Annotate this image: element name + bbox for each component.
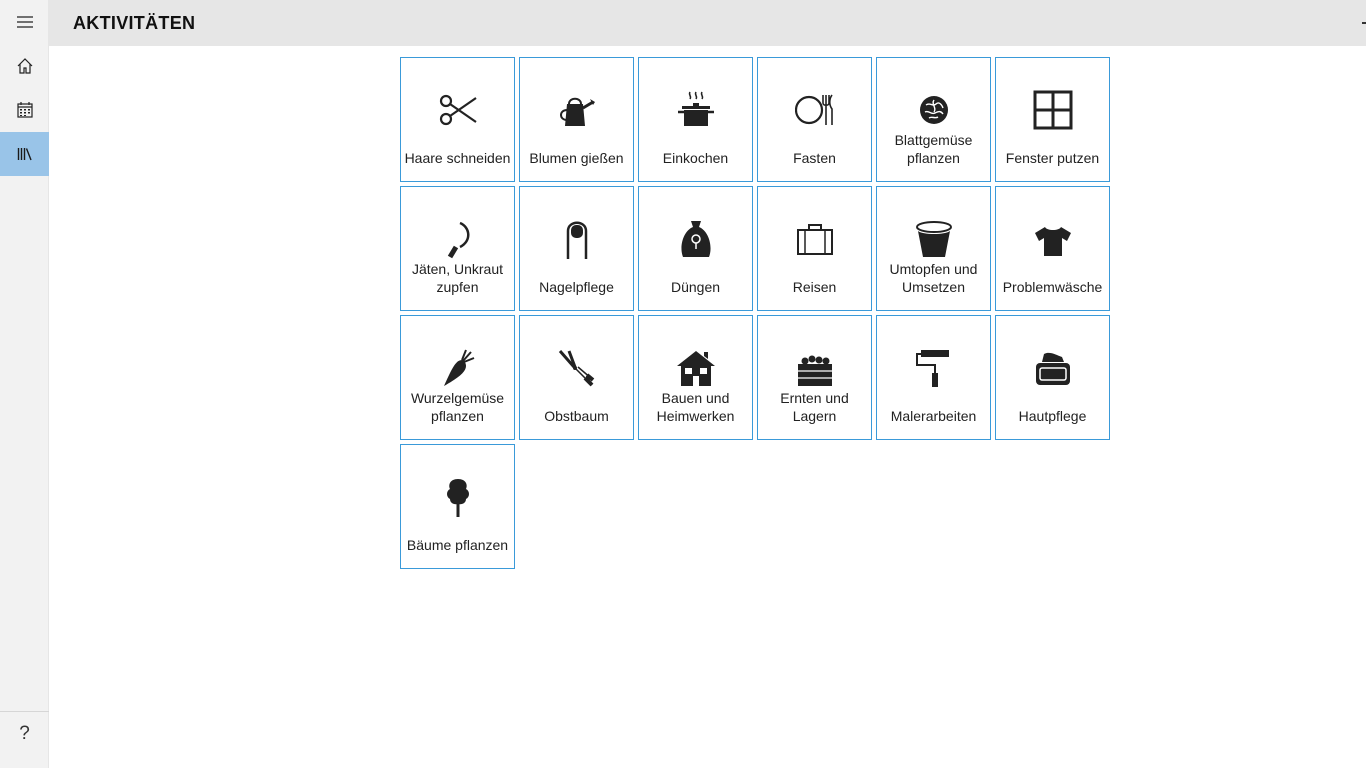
cooking-pot-icon: [678, 91, 714, 126]
tile-malerarbeiten[interactable]: Malerarbeiten: [876, 315, 991, 440]
tile-label: Nagelpflege: [539, 279, 614, 295]
tile-label: Malerarbeiten: [890, 408, 977, 424]
tile-obstbaum[interactable]: Obstbaum: [519, 315, 634, 440]
menu-button[interactable]: [0, 0, 49, 44]
tile-label: Umtopfen und Umsetzen: [889, 261, 978, 295]
tile-label: Blumen gießen: [529, 150, 624, 166]
carrot-icon: [444, 349, 475, 386]
plate-cutlery-icon: [795, 94, 833, 125]
library-icon: [17, 148, 32, 161]
tile-blattgemuese-pflanzen[interactable]: Blattgemüse pflanzen: [876, 57, 991, 182]
help-icon: ?: [19, 723, 30, 744]
tile-label: Einkochen: [662, 150, 729, 166]
window-edge-mark: [1362, 22, 1366, 24]
tile-einkochen[interactable]: Einkochen: [638, 57, 753, 182]
tile-bauen-heimwerken[interactable]: Bauen und Heimwerken: [638, 315, 753, 440]
tile-label: Haare schneiden: [404, 150, 511, 166]
watering-can-icon: [560, 97, 595, 126]
tile-label: Jäten, Unkraut zupfen: [411, 261, 504, 295]
tile-label: Fenster putzen: [1005, 150, 1100, 166]
help-button[interactable]: ?: [0, 712, 49, 756]
tile-label: Problemwäsche: [1002, 279, 1103, 295]
pruning-shears-icon: [558, 350, 595, 387]
tile-label: Hautpflege: [1018, 408, 1087, 424]
tile-label: Reisen: [792, 279, 837, 295]
flower-pot-icon: [916, 221, 952, 257]
tile-label: Blattgemüse pflanzen: [894, 132, 973, 166]
tile-umtopfen[interactable]: Umtopfen und Umsetzen: [876, 186, 991, 311]
nav-item-calendar[interactable]: [0, 88, 49, 132]
tile-label: Bauen und Heimwerken: [656, 390, 735, 424]
cream-jar-icon: [1036, 352, 1070, 385]
tshirt-icon: [1035, 227, 1071, 256]
nav-item-home[interactable]: [0, 44, 49, 88]
tile-fasten[interactable]: Fasten: [757, 57, 872, 182]
tile-blumen-giessen[interactable]: Blumen gießen: [519, 57, 634, 182]
scissors-icon: [439, 94, 477, 126]
menu-icon: [16, 16, 33, 28]
tile-jaeten[interactable]: Jäten, Unkraut zupfen: [400, 186, 515, 311]
house-icon: [677, 351, 715, 386]
tile-wurzelgemuese-pflanzen[interactable]: Wurzelgemüse pflanzen: [400, 315, 515, 440]
tile-label: Bäume pflanzen: [406, 537, 509, 553]
tile-nagelpflege[interactable]: Nagelpflege: [519, 186, 634, 311]
tile-label: Düngen: [670, 279, 721, 295]
tile-label: Fasten: [793, 150, 836, 166]
tile-problemwaesche[interactable]: Problemwäsche: [995, 186, 1110, 311]
tile-label: Wurzelgemüse pflanzen: [410, 390, 505, 424]
lettuce-icon: [920, 96, 948, 124]
tile-label: Ernten und Lagern: [780, 390, 849, 424]
window-icon: [1033, 90, 1073, 130]
home-icon: [17, 58, 32, 74]
suitcase-icon: [797, 224, 833, 255]
paint-roller-icon: [916, 350, 949, 387]
page-title: AKTIVITÄTEN: [73, 13, 196, 33]
tile-label: Obstbaum: [544, 408, 609, 424]
tile-hautpflege[interactable]: Hautpflege: [995, 315, 1110, 440]
tile-baeume-pflanzen[interactable]: Bäume pflanzen: [400, 444, 515, 569]
activities-grid: Haare schneiden Blumen gießen Einkochen …: [400, 57, 1110, 569]
harvest-crate-icon: [798, 355, 832, 386]
sickle-icon: [447, 221, 470, 259]
calendar-icon: [16, 102, 33, 118]
tile-duengen[interactable]: Düngen: [638, 186, 753, 311]
page-header: AKTIVITÄTEN: [49, 0, 1366, 46]
fingernail-icon: [566, 221, 588, 259]
tile-reisen[interactable]: Reisen: [757, 186, 872, 311]
tile-haare-schneiden[interactable]: Haare schneiden: [400, 57, 515, 182]
tree-icon: [447, 479, 469, 517]
fertilizer-bag-icon: [681, 221, 711, 257]
tile-ernten-lagern[interactable]: Ernten und Lagern: [757, 315, 872, 440]
nav-item-library[interactable]: [0, 132, 49, 176]
tile-fenster-putzen[interactable]: Fenster putzen: [995, 57, 1110, 182]
navigation-pane: ?: [0, 0, 49, 768]
